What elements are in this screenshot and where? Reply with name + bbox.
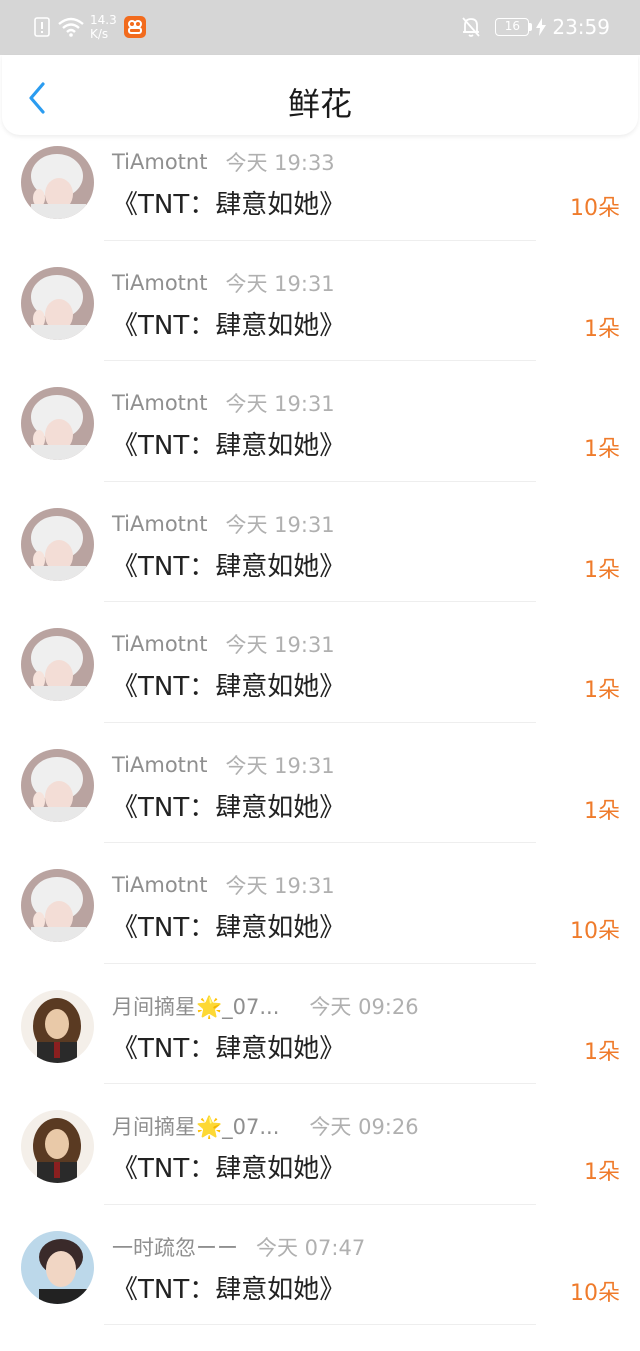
flower-count: 1朵 [584, 1160, 620, 1185]
battery-tip [529, 23, 533, 31]
avatar[interactable] [21, 989, 94, 1063]
list-item[interactable]: TiAmotnt 今天 19:31 《TNT：肆意如她》 1朵 [0, 241, 640, 361]
net-speed-unit: K/s [90, 27, 109, 41]
work-title[interactable]: 《TNT：肆意如她》 [112, 1148, 345, 1185]
net-speed-value: 14.3 [90, 13, 117, 27]
sender-name[interactable]: TiAmotnt [112, 873, 207, 897]
timestamp: 今天 09:26 [309, 994, 419, 1019]
work-title[interactable]: 《TNT：肆意如她》 [112, 425, 345, 462]
status-clock: 23:59 [552, 15, 610, 39]
sender-name[interactable]: 月间摘星🌟_07... [112, 991, 279, 1021]
work-title[interactable]: 《TNT：肆意如她》 [112, 666, 345, 703]
page-title: 鲜花 [287, 85, 352, 123]
timestamp: 今天 19:31 [225, 271, 335, 296]
sender-name[interactable]: TiAmotnt [112, 150, 207, 174]
flower-count: 10朵 [570, 919, 620, 944]
sender-name[interactable]: 一时疏忽ーー [112, 1232, 238, 1262]
work-title[interactable]: 《TNT：肆意如她》 [112, 546, 345, 583]
sender-line: TiAmotnt 今天 19:31 [112, 510, 335, 538]
avatar[interactable] [21, 1110, 94, 1183]
avatar[interactable] [21, 387, 94, 460]
avatar[interactable] [21, 507, 94, 581]
list-item[interactable]: TiAmotnt 今天 19:31 《TNT：肆意如她》 10朵 [0, 843, 640, 964]
sender-name[interactable]: TiAmotnt [112, 753, 207, 777]
timestamp: 今天 19:31 [225, 512, 335, 537]
timestamp: 今天 19:31 [225, 874, 335, 898]
sender-line: 月间摘星🌟_07... 今天 09:26 [112, 1112, 419, 1140]
work-title[interactable]: 《TNT：肆意如她》 [112, 907, 345, 944]
mute-bell-icon [461, 16, 481, 38]
sender-name[interactable]: 月间摘星🌟_07... [112, 1111, 279, 1141]
flower-count: 1朵 [584, 437, 620, 462]
flower-list: TiAmotnt 今天 19:33 《TNT：肆意如她》 10朵 TiAmotn… [0, 120, 640, 1325]
sender-line: TiAmotnt 今天 19:31 [112, 630, 335, 658]
sender-name[interactable]: TiAmotnt [112, 632, 207, 656]
timestamp: 今天 19:31 [225, 633, 335, 657]
avatar[interactable] [21, 628, 94, 701]
flower-count: 10朵 [570, 1280, 620, 1306]
sender-line: TiAmotnt 今天 19:31 [112, 269, 335, 297]
wifi-icon [58, 17, 84, 37]
work-title[interactable]: 《TNT：肆意如她》 [112, 1269, 345, 1306]
work-title[interactable]: 《TNT：肆意如她》 [112, 787, 345, 824]
avatar[interactable] [21, 146, 94, 219]
timestamp: 今天 09:26 [309, 1115, 419, 1139]
status-bar-left: 14.3 K/s [34, 12, 146, 42]
charging-icon [536, 18, 547, 36]
sender-line: TiAmotnt 今天 19:31 [112, 389, 335, 417]
app-badge-icon [124, 16, 146, 38]
net-speed: 14.3 K/s [90, 13, 117, 41]
list-item[interactable]: TiAmotnt 今天 19:33 《TNT：肆意如她》 10朵 [0, 120, 640, 241]
list-item[interactable]: TiAmotnt 今天 19:31 《TNT：肆意如她》 1朵 [0, 361, 640, 482]
list-item[interactable]: 月间摘星🌟_07... 今天 09:26 《TNT：肆意如她》 1朵 [0, 1084, 640, 1205]
battery-level: 16 [495, 18, 530, 36]
flower-count: 10朵 [570, 196, 620, 221]
status-bar: 14.3 K/s 16 23:59 [0, 0, 640, 55]
status-bar-right: 16 23:59 [461, 12, 610, 42]
avatar[interactable] [21, 748, 94, 822]
sender-line: TiAmotnt 今天 19:31 [112, 751, 335, 779]
flower-count: 1朵 [584, 798, 620, 824]
sender-line: TiAmotnt 今天 19:33 [112, 148, 335, 176]
list-item[interactable]: 一时疏忽ーー 今天 07:47 《TNT：肆意如她》 10朵 [0, 1205, 640, 1325]
list-item[interactable]: TiAmotnt 今天 19:31 《TNT：肆意如她》 1朵 [0, 723, 640, 843]
battery-icon: 16 [495, 18, 533, 36]
avatar[interactable] [21, 266, 94, 340]
sender-line: 一时疏忽ーー 今天 07:47 [112, 1233, 365, 1261]
flower-count: 1朵 [584, 1039, 620, 1065]
timestamp: 今天 19:31 [225, 392, 335, 416]
divider [104, 1324, 536, 1325]
work-title[interactable]: 《TNT：肆意如她》 [112, 305, 345, 342]
timestamp: 今天 07:47 [256, 1235, 366, 1260]
sender-name[interactable]: TiAmotnt [112, 271, 207, 295]
alert-icon [34, 17, 50, 37]
sender-line: 月间摘星🌟_07... 今天 09:26 [112, 992, 419, 1020]
work-title[interactable]: 《TNT：肆意如她》 [112, 184, 345, 221]
flower-count: 1朵 [584, 557, 620, 583]
flower-count: 1朵 [584, 678, 620, 703]
sender-line: TiAmotnt 今天 19:31 [112, 871, 335, 899]
list-item[interactable]: TiAmotnt 今天 19:31 《TNT：肆意如她》 1朵 [0, 482, 640, 602]
work-title[interactable]: 《TNT：肆意如她》 [112, 1028, 345, 1065]
timestamp: 今天 19:33 [225, 151, 335, 175]
avatar[interactable] [21, 869, 94, 942]
sender-name[interactable]: TiAmotnt [112, 391, 207, 415]
sender-name[interactable]: TiAmotnt [112, 512, 207, 536]
list-item[interactable]: TiAmotnt 今天 19:31 《TNT：肆意如她》 1朵 [0, 602, 640, 723]
flower-count: 1朵 [584, 316, 620, 342]
timestamp: 今天 19:31 [225, 753, 335, 778]
list-item[interactable]: 月间摘星🌟_07... 今天 09:26 《TNT：肆意如她》 1朵 [0, 964, 640, 1084]
avatar[interactable] [21, 1230, 94, 1304]
